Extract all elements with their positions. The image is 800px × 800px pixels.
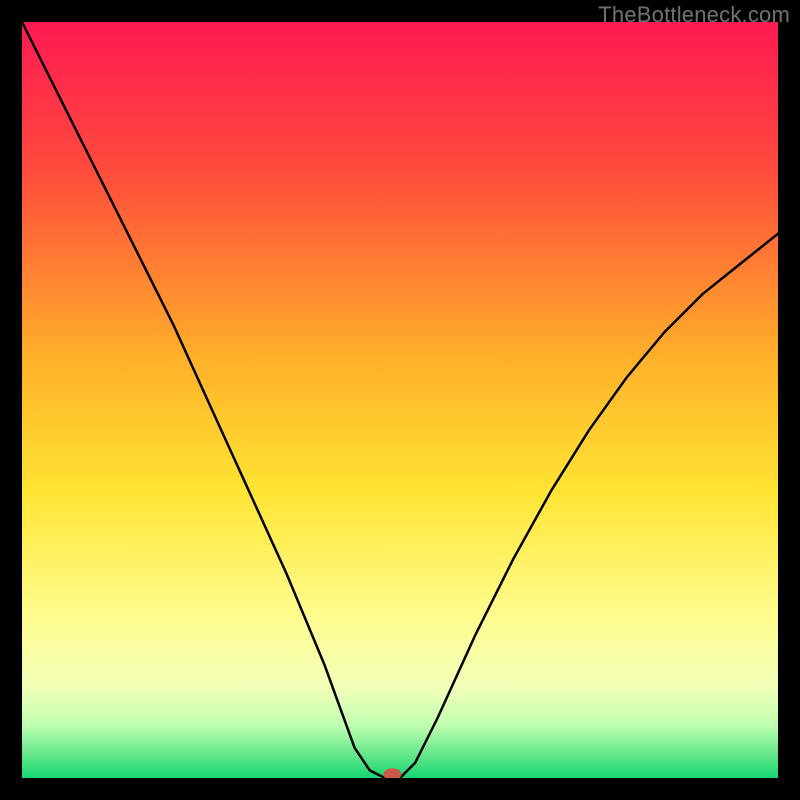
watermark-text: TheBottleneck.com: [598, 2, 790, 28]
chart-background: [22, 22, 778, 778]
plot-area: [22, 22, 778, 778]
chart-frame: TheBottleneck.com: [0, 0, 800, 800]
chart-svg: [22, 22, 778, 778]
